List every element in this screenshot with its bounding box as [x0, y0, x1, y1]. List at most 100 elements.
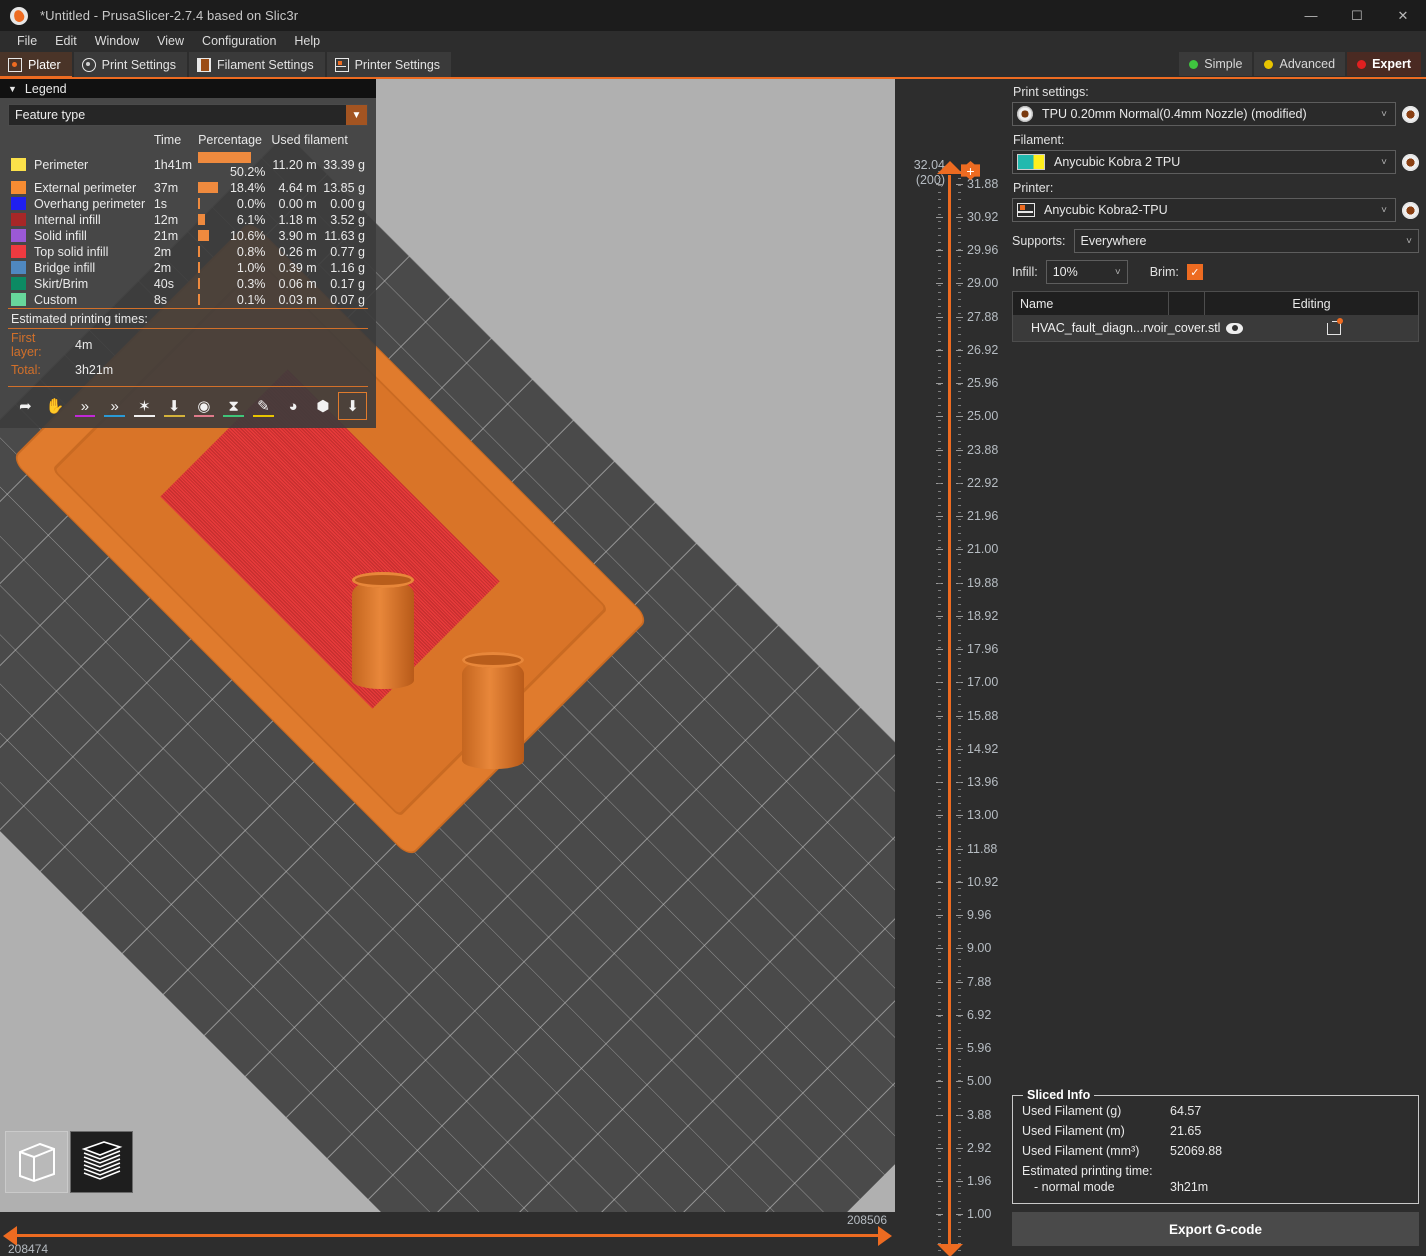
supports-value: Everywhere: [1081, 234, 1147, 248]
printer-combo[interactable]: Anycubic Kobra2-TPU ˅: [1012, 198, 1396, 222]
filament-value: Anycubic Kobra 2 TPU: [1054, 155, 1180, 169]
layer-minor-tick: [938, 1115, 941, 1116]
tab-printer-settings[interactable]: Printer Settings: [327, 52, 451, 77]
layer-slider-track[interactable]: [948, 175, 951, 1251]
layer-minor-tick: [958, 448, 961, 449]
legend-percentage-cell: 50.2%: [195, 150, 268, 180]
extruder-icon[interactable]: ⬇: [339, 393, 366, 419]
layer-minor-tick: [958, 178, 961, 179]
object-name: HVAC_fault_diagn...rvoir_cover.stl: [1013, 321, 1220, 335]
layer-minor-tick: [958, 533, 961, 534]
layer-slider[interactable]: 32.04 (200) 31.8830.9229.9629.0027.8826.…: [895, 79, 1005, 1256]
legend-color-swatch-icon: [11, 245, 26, 258]
tab-filament-settings[interactable]: Filament Settings: [189, 52, 325, 77]
tab-print-settings[interactable]: Print Settings: [74, 52, 187, 77]
layer-minor-tick: [938, 689, 941, 690]
legend-row[interactable]: Bridge infill2m1.0%0.39 m1.16 g: [8, 260, 368, 276]
table-row[interactable]: HVAC_fault_diagn...rvoir_cover.stl: [1013, 315, 1418, 341]
layer-minor-tick: [938, 235, 941, 236]
menu-configuration[interactable]: Configuration: [193, 32, 285, 50]
legend-header[interactable]: ▼ Legend: [0, 79, 376, 98]
layer-tick: [936, 1048, 943, 1049]
layer-minor-tick: [938, 917, 941, 918]
layer-minor-tick: [958, 590, 961, 591]
first-layer-value: 4m: [72, 329, 368, 361]
menu-view[interactable]: View: [148, 32, 193, 50]
export-gcode-button[interactable]: Export G-code: [1012, 1212, 1419, 1246]
shells-icon[interactable]: ◕: [280, 393, 307, 419]
menu-file[interactable]: File: [8, 32, 46, 50]
deretractions-icon[interactable]: »: [101, 393, 128, 419]
legend-color-swatch-icon: [11, 181, 26, 194]
layer-minor-tick: [958, 824, 961, 825]
supports-select[interactable]: Everywhere ˅: [1074, 229, 1419, 253]
print-settings-combo[interactable]: TPU 0.20mm Normal(0.4mm Nozzle) (modifie…: [1012, 102, 1396, 126]
layer-minor-tick: [938, 1009, 941, 1010]
menu-help[interactable]: Help: [285, 32, 329, 50]
pause-prints-icon[interactable]: ⧗: [220, 393, 247, 419]
infill-select[interactable]: 10% ˅: [1046, 260, 1128, 284]
mode-simple[interactable]: Simple: [1179, 52, 1252, 76]
app-logo-icon: [10, 7, 28, 25]
object-editing-button[interactable]: [1249, 321, 1418, 335]
layer-slider-upper-handle[interactable]: [935, 159, 965, 175]
mode-advanced[interactable]: Advanced: [1254, 52, 1345, 76]
layer-minor-tick: [958, 917, 961, 918]
legend-row[interactable]: External perimeter37m18.4%4.64 m13.85 g: [8, 180, 368, 196]
legend-cube-icon[interactable]: ⬢: [310, 393, 337, 419]
filament-edit-gear-icon[interactable]: [1402, 154, 1419, 171]
menu-window[interactable]: Window: [86, 32, 148, 50]
moves-slider-right-handle[interactable]: [878, 1226, 892, 1246]
retractions-icon[interactable]: ✋: [42, 393, 69, 419]
layer-minor-tick: [958, 1087, 961, 1088]
3d-editor-view-icon[interactable]: [5, 1131, 68, 1193]
layer-minor-tick: [958, 775, 961, 776]
menu-edit[interactable]: Edit: [46, 32, 86, 50]
view-type-select[interactable]: Feature type ▼: [8, 104, 368, 126]
column-editing: Editing: [1205, 292, 1418, 315]
layer-minor-tick: [958, 462, 961, 463]
layer-minor-tick: [938, 448, 941, 449]
legend-row[interactable]: Solid infill21m10.6%3.90 m11.63 g: [8, 228, 368, 244]
layer-minor-tick: [958, 1165, 961, 1166]
legend-feature-cell: Custom: [8, 292, 151, 308]
layer-minor-tick: [938, 412, 941, 413]
legend-feature-name: Perimeter: [26, 158, 88, 172]
moves-slider-track[interactable]: [14, 1234, 881, 1237]
legend-row[interactable]: Skirt/Brim40s0.3%0.06 m0.17 g: [8, 276, 368, 292]
legend-time: 2m: [151, 244, 195, 260]
tool-changes-icon[interactable]: ⬇: [161, 393, 188, 419]
color-changes-icon[interactable]: ◉: [191, 393, 218, 419]
tab-plater[interactable]: Plater: [0, 52, 72, 77]
legend-row[interactable]: Top solid infill2m0.8%0.26 m0.77 g: [8, 244, 368, 260]
legend-row[interactable]: Internal infill12m6.1%1.18 m3.52 g: [8, 212, 368, 228]
layer-minor-tick: [958, 1023, 961, 1024]
legend-row[interactable]: Custom8s0.1%0.03 m0.07 g: [8, 292, 368, 308]
printer-edit-gear-icon[interactable]: [1402, 202, 1419, 219]
object-visibility-toggle[interactable]: [1220, 323, 1249, 334]
layer-tick: [956, 849, 963, 850]
print-settings-edit-gear-icon[interactable]: [1402, 106, 1419, 123]
legend-row[interactable]: Perimeter1h41m50.2%11.20 m33.39 g: [8, 150, 368, 180]
layer-slider-lower-handle[interactable]: [935, 1243, 965, 1256]
minimize-button[interactable]: —: [1288, 0, 1334, 31]
preview-view-icon[interactable]: [70, 1131, 133, 1193]
custom-gcodes-icon[interactable]: ✎: [250, 393, 277, 419]
layer-tick-label: 9.00: [967, 941, 991, 955]
brim-checkbox[interactable]: ✓: [1187, 264, 1203, 280]
maximize-button[interactable]: ☐: [1334, 0, 1380, 31]
retractions-up-icon[interactable]: »: [72, 393, 99, 419]
legend-row[interactable]: Overhang perimeter1s0.0%0.00 m0.00 g: [8, 196, 368, 212]
moves-slider[interactable]: 208506 208474: [0, 1212, 895, 1256]
layer-minor-tick: [958, 214, 961, 215]
filament-combo[interactable]: Anycubic Kobra 2 TPU ˅: [1012, 150, 1396, 174]
layer-minor-tick: [958, 512, 961, 513]
travel-icon[interactable]: ➦: [12, 393, 39, 419]
layer-minor-tick: [958, 625, 961, 626]
seams-icon[interactable]: ✶: [131, 393, 158, 419]
layer-tick: [936, 882, 943, 883]
legend-color-swatch-icon: [11, 158, 26, 171]
mode-expert[interactable]: Expert: [1347, 52, 1421, 76]
close-button[interactable]: ✕: [1380, 0, 1426, 31]
first-layer-label: First layer:: [8, 329, 72, 361]
